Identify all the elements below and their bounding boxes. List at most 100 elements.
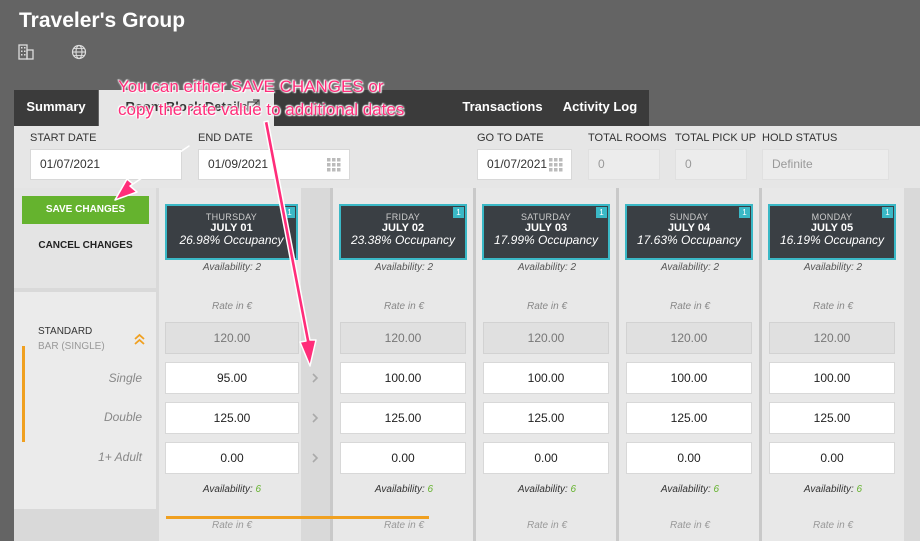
single-rate-input[interactable]: 100.00: [769, 362, 895, 394]
single-rate-input[interactable]: 100.00: [483, 362, 609, 394]
total-rooms-field: 0: [588, 149, 660, 180]
copy-right-chevron-icon[interactable]: [310, 453, 320, 463]
room-type-name: STANDARD: [38, 326, 93, 337]
double-rate-input[interactable]: 125.00: [340, 402, 466, 434]
occupancy: 26.98% Occupancy: [179, 233, 284, 247]
save-changes-button[interactable]: SAVE CHANGES: [22, 196, 149, 224]
bar-rate-cell: 120.00: [165, 322, 299, 354]
availability-label: Availability:: [803, 484, 854, 495]
day-of-week: SUNDAY: [669, 212, 709, 222]
availability-value: 6: [570, 484, 577, 495]
occupancy: 17.63% Occupancy: [636, 233, 742, 247]
availability-summary: Availability: 2: [202, 262, 262, 273]
hold-status-field: Definite: [762, 149, 889, 180]
collapse-chevron-icon[interactable]: [134, 333, 145, 345]
double-rate-input[interactable]: 125.00: [769, 402, 895, 434]
building-icon[interactable]: [18, 44, 34, 60]
double-rate-input[interactable]: 125.00: [626, 402, 752, 434]
total-rooms-label: TOTAL ROOMS: [588, 132, 667, 144]
extra-adult-rate-input[interactable]: 0.00: [483, 442, 609, 474]
bar-rate-cell: 120.00: [340, 322, 466, 354]
go-to-date-input[interactable]: 01/07/2021: [477, 149, 572, 180]
availability: Availability: 6: [476, 484, 618, 495]
globe-icon[interactable]: [71, 44, 87, 60]
bar-rate-cell: 120.00: [483, 322, 609, 354]
availability-label: Availability:: [202, 484, 253, 495]
selection-indicator: [22, 346, 25, 442]
count-badge: 1: [284, 207, 295, 218]
date-header[interactable]: FRIDAY JULY 02 23.38% Occupancy 1: [339, 204, 467, 260]
availability-value: 6: [427, 484, 434, 495]
rate-label: Rate in €: [526, 301, 568, 312]
availability-value: 6: [856, 484, 863, 495]
count-badge: 1: [596, 207, 607, 218]
day-of-week: MONDAY: [811, 212, 853, 222]
count-badge: 1: [739, 207, 750, 218]
availability: Availability: 6: [762, 484, 904, 495]
availability-summary: Availability: 2: [374, 262, 434, 273]
bar-rate-cell: 120.00: [769, 322, 895, 354]
hold-status-label: HOLD STATUS: [762, 132, 838, 144]
rate-label: Rate in €: [211, 301, 253, 312]
go-to-date-label: GO TO DATE: [477, 132, 544, 144]
cancel-changes-button[interactable]: CANCEL CHANGES: [22, 236, 149, 256]
date-header[interactable]: THURSDAY JULY 01 26.98% Occupancy 1: [165, 204, 298, 260]
row-label-double: Double: [103, 410, 142, 424]
bar-rate-cell: 120.00: [626, 322, 752, 354]
total-pickup-label: TOTAL PICK UP: [675, 132, 757, 144]
availability-summary: Availability: 2: [517, 262, 577, 273]
copy-right-chevron-icon[interactable]: [310, 413, 320, 423]
rate-label: Rate in €: [211, 520, 253, 531]
occupancy: 17.99% Occupancy: [493, 233, 599, 247]
count-badge: 1: [882, 207, 893, 218]
end-date-label: END DATE: [198, 132, 253, 144]
tab-summary[interactable]: Summary: [14, 90, 98, 126]
availability: Availability: 6: [333, 484, 475, 495]
extra-adult-rate-input[interactable]: 0.00: [340, 442, 466, 474]
rate-label: Rate in €: [383, 301, 425, 312]
rate-label: Rate in €: [812, 520, 854, 531]
rate-label: Rate in €: [669, 301, 711, 312]
end-date-value: 01/09/2021: [208, 157, 269, 171]
day-of-week: FRIDAY: [385, 212, 421, 222]
double-rate-input[interactable]: 125.00: [483, 402, 609, 434]
day-of-week: THURSDAY: [205, 212, 258, 222]
double-rate-input[interactable]: 125.00: [165, 402, 299, 434]
room-type-subtitle: BAR (SINGLE): [38, 341, 105, 352]
extra-adult-rate-input[interactable]: 0.00: [769, 442, 895, 474]
rate-label: Rate in €: [669, 520, 711, 531]
day-of-week: SATURDAY: [520, 212, 572, 222]
single-rate-input[interactable]: 95.00: [165, 362, 299, 394]
start-date-label: START DATE: [30, 132, 97, 144]
calendar-icon[interactable]: [549, 158, 563, 172]
tab-transactions[interactable]: Transactions: [454, 90, 551, 126]
annotation-line-2: copy the rate value to additional dates: [118, 100, 405, 119]
availability-value: 6: [713, 484, 720, 495]
selection-underline: [166, 516, 429, 519]
rate-label: Rate in €: [526, 520, 568, 531]
single-rate-input[interactable]: 100.00: [626, 362, 752, 394]
occupancy: 23.38% Occupancy: [350, 233, 456, 247]
extra-adult-rate-input[interactable]: 0.00: [165, 442, 299, 474]
availability-label: Availability:: [374, 484, 425, 495]
copy-right-chevron-icon[interactable]: [310, 373, 320, 383]
rate-label: Rate in €: [812, 301, 854, 312]
calendar-icon[interactable]: [327, 158, 341, 172]
date-header[interactable]: SUNDAY JULY 04 17.63% Occupancy 1: [625, 204, 753, 260]
count-badge: 1: [453, 207, 464, 218]
availability: Availability: 6: [619, 484, 761, 495]
date-header[interactable]: MONDAY JULY 05 16.19% Occupancy 1: [768, 204, 896, 260]
start-date-input[interactable]: 01/07/2021: [30, 149, 182, 180]
date-header[interactable]: SATURDAY JULY 03 17.99% Occupancy 1: [482, 204, 610, 260]
end-date-input[interactable]: 01/09/2021: [198, 149, 350, 180]
occupancy: 16.19% Occupancy: [779, 233, 885, 247]
group-title: Traveler's Group: [19, 9, 186, 32]
total-pickup-field: 0: [675, 149, 747, 180]
availability-label: Availability:: [660, 484, 711, 495]
single-rate-input[interactable]: 100.00: [340, 362, 466, 394]
availability-summary: Availability: 2: [660, 262, 720, 273]
extra-adult-rate-input[interactable]: 0.00: [626, 442, 752, 474]
room-type-row: [14, 292, 156, 509]
tab-activity-log[interactable]: Activity Log: [551, 90, 649, 126]
annotation-line-1: You can either SAVE CHANGES or: [118, 77, 384, 96]
